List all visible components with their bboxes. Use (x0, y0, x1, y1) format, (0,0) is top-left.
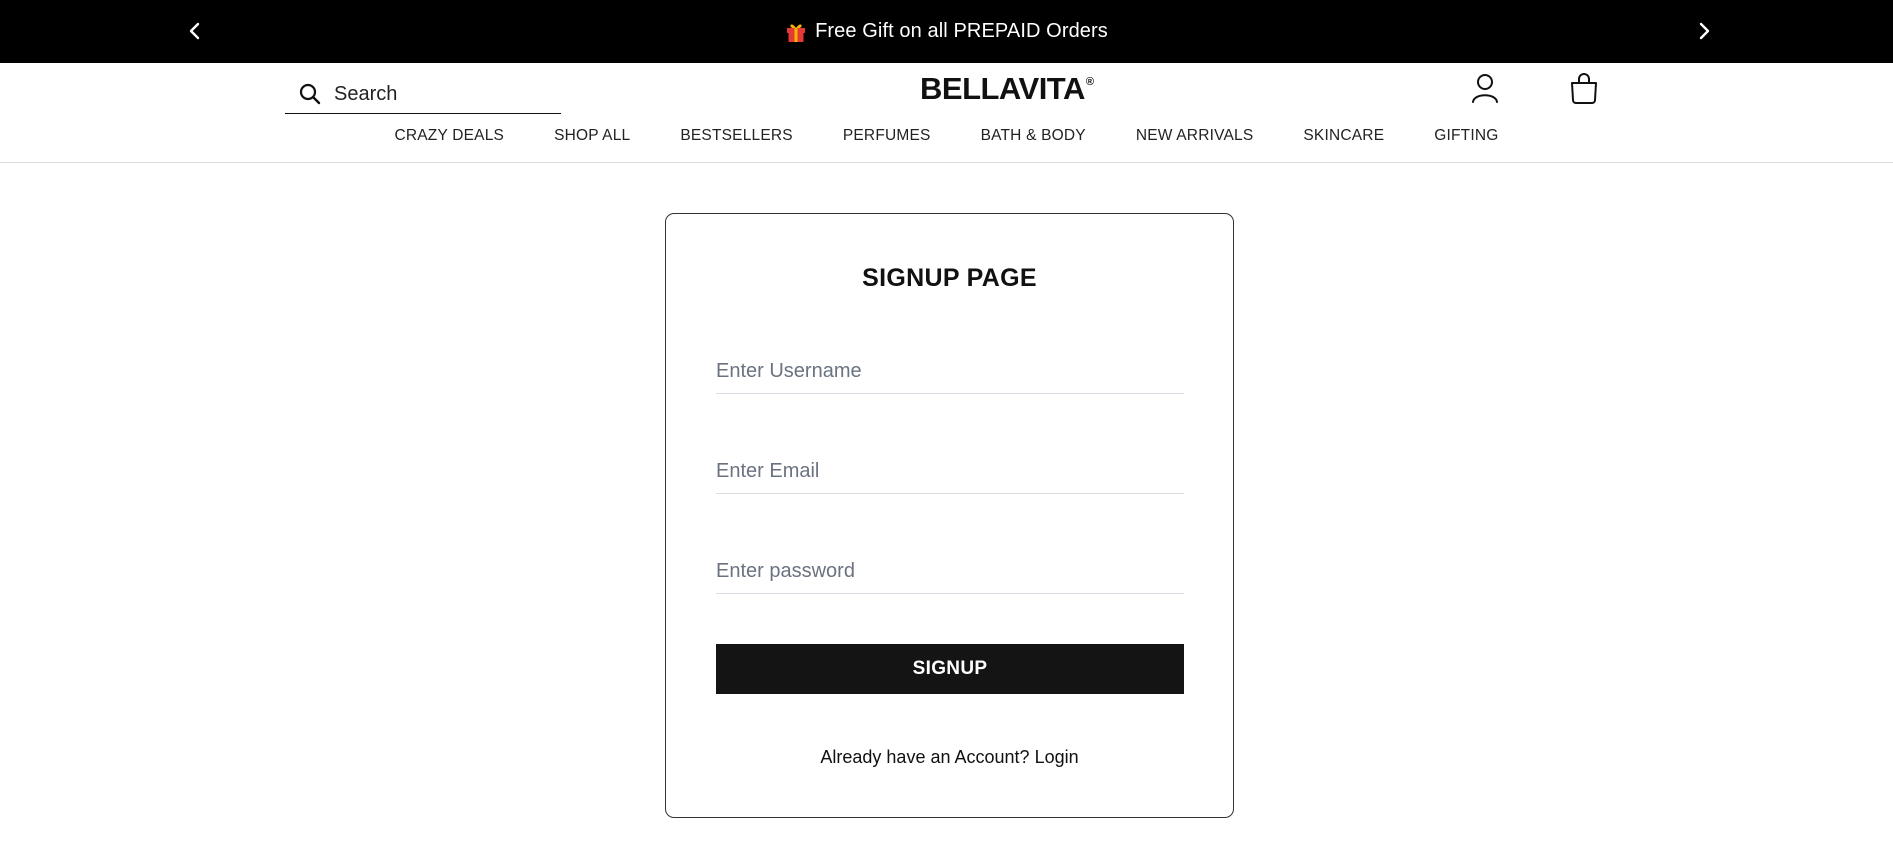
registered-mark: ® (1085, 76, 1094, 88)
brand-logo[interactable]: BELLAVITA ® (920, 71, 1110, 107)
password-field[interactable] (716, 550, 1184, 594)
login-link[interactable]: Login (1035, 747, 1079, 767)
login-prompt: Already have an Account? Login (666, 747, 1233, 768)
signup-button[interactable]: SIGNUP (716, 644, 1184, 694)
search-box[interactable]: Search (285, 75, 561, 114)
search-input[interactable]: Search (334, 83, 397, 106)
gift-icon (785, 21, 807, 43)
account-icon[interactable] (1468, 71, 1502, 105)
nav-crazy-deals[interactable]: CRAZY DEALS (394, 127, 504, 153)
nav-gifting[interactable]: GIFTING (1434, 127, 1498, 153)
nav-new-arrivals[interactable]: NEW ARRIVALS (1136, 127, 1254, 153)
chevron-right-icon[interactable] (1689, 16, 1719, 46)
nav-shop-all[interactable]: SHOP ALL (554, 127, 630, 153)
login-prompt-text: Already have an Account? (820, 747, 1030, 767)
site-header: Search BELLAVITA ® CRAZY DEALS SHOP ALL B… (0, 63, 1893, 163)
search-icon[interactable] (298, 82, 322, 106)
username-field[interactable] (716, 350, 1184, 394)
nav-skincare[interactable]: SKINCARE (1303, 127, 1384, 153)
email-field[interactable] (716, 450, 1184, 494)
shopping-bag-icon[interactable] (1567, 71, 1601, 105)
signup-card: SIGNUP PAGE SIGNUP Already have an Accou… (665, 213, 1234, 818)
nav-bath-body[interactable]: BATH & BODY (981, 127, 1086, 153)
nav-bestsellers[interactable]: BESTSELLERS (680, 127, 792, 153)
announcement-bar: Free Gift on all PREPAID Orders (0, 0, 1893, 63)
page-title: SIGNUP PAGE (862, 264, 1037, 292)
logo-text: BELLAVITA (920, 71, 1085, 106)
announcement-message: Free Gift on all PREPAID Orders (0, 0, 1893, 63)
announcement-text: Free Gift on all PREPAID Orders (815, 20, 1108, 42)
nav-perfumes[interactable]: PERFUMES (843, 127, 931, 153)
main-nav: CRAZY DEALS SHOP ALL BESTSELLERS PERFUME… (0, 127, 1893, 153)
